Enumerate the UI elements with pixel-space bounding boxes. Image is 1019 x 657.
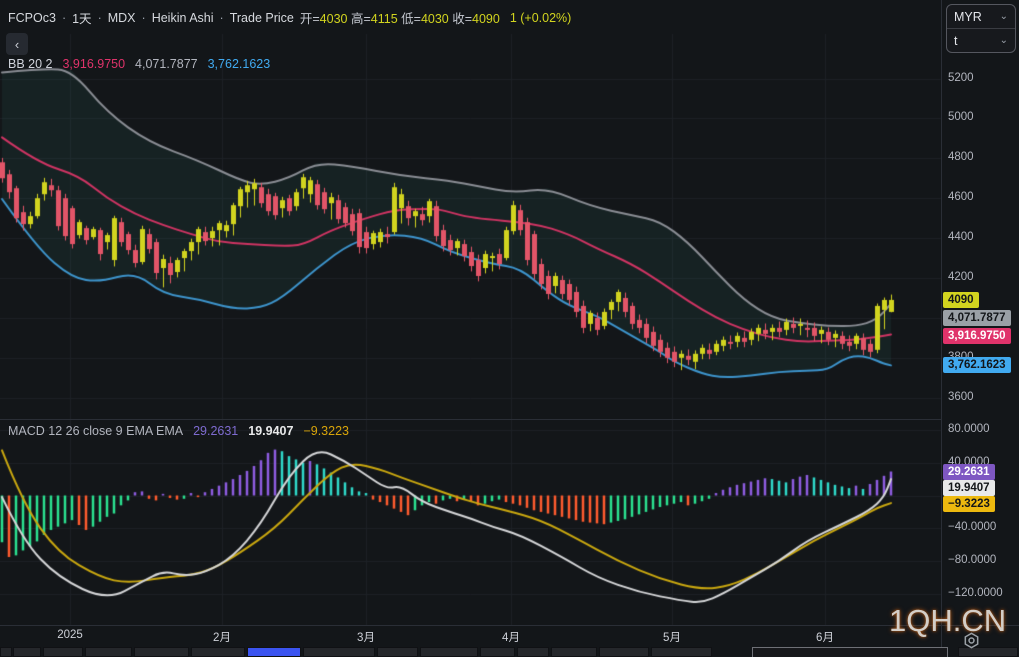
series-type: Trade Price: [230, 11, 294, 25]
bottom-strip-segment[interactable]: [377, 647, 418, 657]
macd-axis-label: −80.0000: [948, 554, 996, 566]
price-axis-value-badge: 3,916.9750: [943, 328, 1011, 344]
gear-icon[interactable]: [962, 631, 981, 650]
price-axis-label: 4400: [948, 231, 974, 243]
chart-type: Heikin Ashi: [152, 11, 214, 25]
macd-axis-value-badge: −9.3223: [943, 496, 995, 512]
ohlc-value: 4090: [472, 12, 500, 26]
ohlc-label: 高=: [347, 12, 370, 26]
time-axis-border: [0, 625, 1019, 626]
bottom-strip-segment[interactable]: [551, 647, 597, 657]
bottom-strip-segment[interactable]: [517, 647, 549, 657]
ohlc-label: 低=: [398, 12, 421, 26]
unit-dropdown[interactable]: t ⌄: [947, 28, 1015, 52]
macd-axis-value-badge: 29.2631: [943, 464, 995, 480]
symbol-name[interactable]: FCPOc3: [8, 11, 56, 25]
price-axis-label: 3600: [948, 391, 974, 403]
bottom-strip-segment[interactable]: [85, 647, 132, 657]
bottom-strip-segment[interactable]: [599, 647, 649, 657]
macd-histogram-value: 29.2631: [193, 424, 238, 438]
bottom-strip-segment[interactable]: [247, 647, 301, 657]
price-axis-label: 4200: [948, 271, 974, 283]
bb-basis-value: 3,916.9750: [62, 57, 125, 71]
bb-title[interactable]: BB 20 2: [8, 57, 52, 71]
price-axis-label: 5200: [948, 72, 974, 84]
macd-axis-value-badge: 19.9407: [943, 480, 995, 496]
bottom-strip-segment[interactable]: [420, 647, 478, 657]
ohlc-value: 4030: [320, 12, 348, 26]
separator-dot: ·: [142, 11, 146, 25]
macd-axis-label: 80.0000: [948, 423, 990, 435]
price-axis-label: 4600: [948, 191, 974, 203]
time-axis-label[interactable]: 4月: [502, 629, 520, 645]
bb-lower-value: 3,762.1623: [208, 57, 271, 71]
back-chevron-icon: ‹: [15, 37, 19, 52]
chart-window: FCPOc3 · 1天 · MDX · Heikin Ashi · Trade …: [0, 0, 1019, 657]
unit-value: t: [954, 34, 957, 48]
bottom-strip-segment[interactable]: [43, 647, 83, 657]
bottom-strip-segment[interactable]: [303, 647, 375, 657]
currency-value: MYR: [954, 10, 982, 24]
time-axis-label[interactable]: 6月: [816, 629, 834, 645]
macd-signal-value: −9.3223: [303, 424, 349, 438]
interval[interactable]: 1天: [72, 8, 91, 27]
bb-upper-value: 4,071.7877: [135, 57, 198, 71]
bottom-strip-segment[interactable]: [191, 647, 245, 657]
watermark: 1QH.CN: [889, 603, 1006, 639]
ohlc-value: 4115: [371, 12, 398, 26]
chevron-down-icon: ⌄: [1000, 11, 1008, 22]
bottom-strip-segment[interactable]: [480, 647, 515, 657]
ohlc-value: 4030: [421, 12, 449, 26]
price-axis-label: 4800: [948, 151, 974, 163]
macd-axis-label: −40.0000: [948, 521, 996, 533]
bottom-strip-segment[interactable]: [651, 647, 712, 657]
macd-line-value: 19.9407: [248, 424, 293, 438]
separator-dot: ·: [62, 11, 66, 25]
chevron-down-icon: ⌄: [1000, 35, 1008, 46]
ohlc-values: 开=4030 高=4115 低=4030 收=4090: [300, 8, 500, 27]
separator-dot: ·: [98, 11, 102, 25]
back-button[interactable]: ‹: [6, 33, 28, 55]
price-axis-border[interactable]: [941, 0, 942, 657]
symbol-info-bar[interactable]: FCPOc3 · 1天 · MDX · Heikin Ashi · Trade …: [8, 8, 571, 27]
ohlc-label: 收=: [449, 12, 472, 26]
time-axis-label[interactable]: 2025: [57, 629, 83, 641]
price-axis-value-badge: 4,071.7877: [943, 310, 1011, 326]
macd-title[interactable]: MACD 12 26 close 9 EMA EMA: [8, 424, 183, 438]
separator-dot: ·: [220, 11, 224, 25]
price-axis-value-badge: 3,762.1623: [943, 357, 1011, 373]
currency-dropdown[interactable]: MYR ⌄: [947, 5, 1015, 28]
macd-indicator-legend[interactable]: MACD 12 26 close 9 EMA EMA 29.2631 19.94…: [8, 424, 349, 438]
bottom-strip-segment[interactable]: [0, 647, 12, 657]
price-axis-value-badge: 4090: [943, 292, 979, 308]
pane-divider[interactable]: [0, 419, 941, 420]
bottom-strip-segment[interactable]: [134, 647, 189, 657]
price-chart-canvas[interactable]: [0, 0, 1019, 657]
currency-unit-selector: MYR ⌄ t ⌄: [946, 4, 1016, 53]
macd-axis-label: −120.0000: [948, 587, 1003, 599]
bb-indicator-legend[interactable]: BB 20 2 3,916.9750 4,071.7877 3,762.1623: [8, 57, 270, 71]
time-axis-label[interactable]: 5月: [663, 629, 681, 645]
price-axis-label: 5000: [948, 111, 974, 123]
time-axis-label[interactable]: 2月: [213, 629, 231, 645]
bottom-strip-segment[interactable]: [13, 647, 41, 657]
time-axis-label[interactable]: 3月: [357, 629, 375, 645]
ohlc-label: 开=: [300, 12, 320, 26]
exchange: MDX: [108, 11, 136, 25]
change-percent: 1 (+0.02%): [510, 11, 572, 25]
bottom-strip-segment[interactable]: [752, 647, 948, 657]
